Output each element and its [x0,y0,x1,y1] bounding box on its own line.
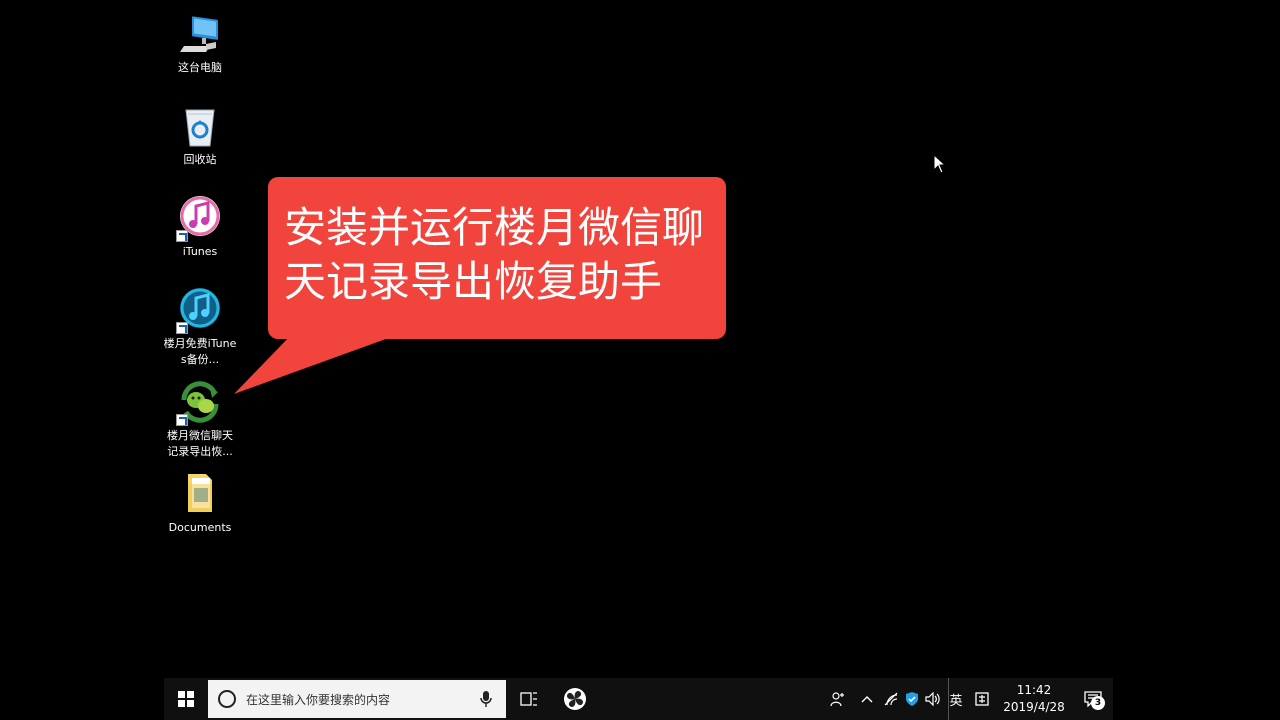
callout-pointer [234,332,394,394]
task-view-icon [520,692,537,706]
wechat-recovery-icon [176,378,224,426]
people-button[interactable] [824,678,852,720]
itunes-icon [176,194,224,242]
desktop-icon-label: 回收站 [183,153,217,166]
itunes-backup-icon [176,286,224,334]
notification-badge: 3 [1091,696,1105,710]
desktop-icon-documents[interactable]: Documents [164,470,238,536]
taskbar-edge [948,678,949,720]
network-icon [884,692,898,706]
network-button[interactable] [880,678,902,720]
taskbar: 在这里输入你要搜索的内容 英 11:42 2019/4/28 3 [164,678,1113,720]
start-button[interactable] [164,678,208,720]
callout-text: 安装并运行楼月微信聊天记录导出恢复助手 [284,203,705,306]
instruction-callout: 安装并运行楼月微信聊天记录导出恢复助手 [268,177,726,339]
chevron-up-icon [861,696,873,703]
desktop-icon-wechat-recovery[interactable]: 楼月微信聊天记录导出恢... [164,378,238,460]
desktop-icon-label: Documents [168,521,232,534]
shortcut-arrow-icon [176,414,188,426]
pinwheel-app-icon [564,688,586,710]
desktop-icon-itunes-backup[interactable]: 楼月免费iTunes备份... [164,286,238,368]
input-method-button[interactable] [968,678,996,720]
cortana-circle-icon [218,690,236,708]
people-icon [830,692,844,707]
desktop-icon-label: iTunes [182,245,218,258]
security-button[interactable] [902,678,922,720]
task-view-button[interactable] [512,678,546,720]
shortcut-arrow-icon [176,230,188,242]
input-method-icon [975,692,989,706]
recycle-bin-icon [176,102,224,150]
desktop-icon-itunes[interactable]: iTunes [164,194,238,260]
shortcut-arrow-icon [176,322,188,334]
desktop-icon-label: 楼月微信聊天记录导出恢... [167,429,233,458]
desktop[interactable]: 这台电脑 回收站 iTunes 楼月免费iTunes备份... 楼月微信聊天记录… [164,0,1113,720]
clock-date: 2019/4/28 [1003,700,1065,714]
folder-icon [176,470,224,518]
letterbox-left [0,0,164,720]
microphone-icon[interactable] [478,687,494,711]
clock[interactable]: 11:42 2019/4/28 [996,678,1072,720]
taskbar-search-box[interactable]: 在这里输入你要搜索的内容 [208,680,506,718]
mouse-cursor [933,153,947,178]
clock-time: 11:42 [1016,683,1052,697]
windows-logo-icon [178,691,194,707]
volume-icon [925,692,940,706]
show-hidden-icons-button[interactable] [854,678,880,720]
search-placeholder: 在这里输入你要搜索的内容 [246,692,391,707]
shield-icon [906,692,918,706]
desktop-icon-label: 楼月免费iTunes备份... [164,337,237,366]
taskbar-app-button[interactable] [558,678,592,720]
desktop-icon-this-pc[interactable]: 这台电脑 [164,10,238,76]
action-center-button[interactable]: 3 [1074,678,1112,720]
desktop-icon-recycle-bin[interactable]: 回收站 [164,102,238,168]
desktop-icon-label: 这台电脑 [178,61,222,74]
computer-icon [176,10,224,58]
letterbox-right [1113,0,1280,720]
volume-button[interactable] [922,678,944,720]
